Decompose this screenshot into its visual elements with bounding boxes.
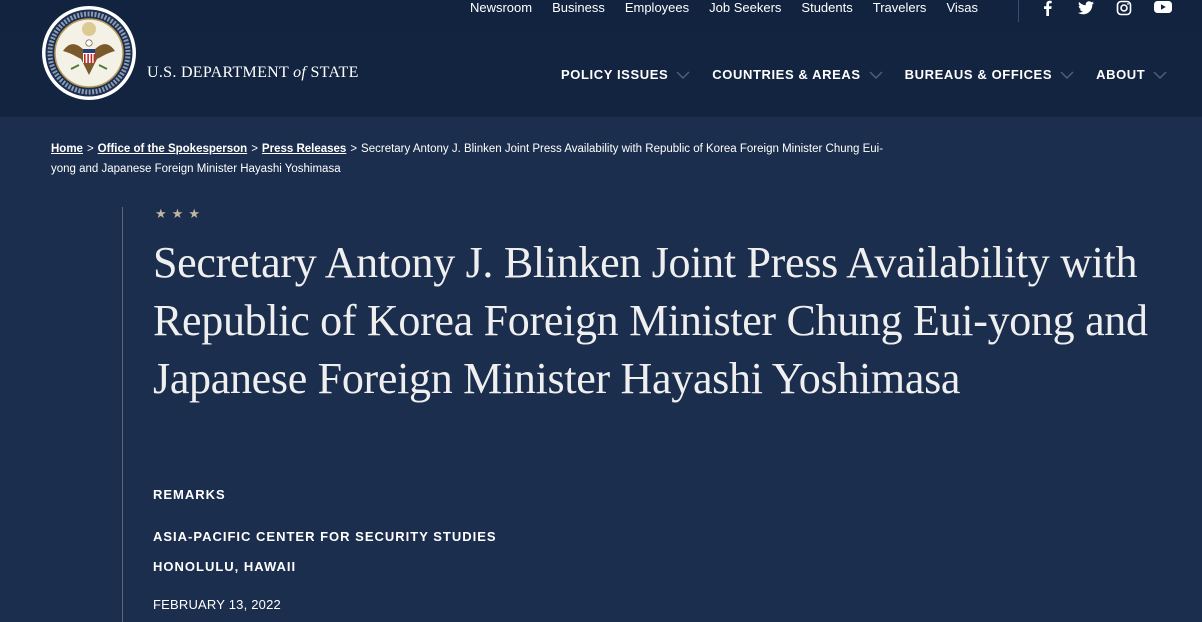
site-wordmark[interactable]: U.S. DEPARTMENT of STATE <box>147 64 359 82</box>
wordmark-of: of <box>293 64 307 81</box>
utility-bar: Newsroom Business Employees Job Seekers … <box>0 0 1202 33</box>
wordmark-prefix: U.S. DEPARTMENT <box>147 64 289 81</box>
decorative-stars: ★ ★ ★ <box>155 207 200 221</box>
util-link-newsroom[interactable]: Newsroom <box>460 0 542 17</box>
star-icon: ★ <box>155 206 167 221</box>
article-divider-line <box>122 207 123 622</box>
nav-bureaus-offices[interactable]: BUREAUS & OFFICES <box>905 67 1074 82</box>
breadcrumb-home[interactable]: Home <box>51 143 83 155</box>
util-link-travelers[interactable]: Travelers <box>863 0 937 17</box>
article-type: REMARKS <box>153 487 226 502</box>
nav-countries-areas[interactable]: COUNTRIES & AREAS <box>712 67 883 82</box>
nav-policy-issues[interactable]: POLICY ISSUES <box>561 67 690 82</box>
main-content: Home > Office of the Spokesperson > Press Re… <box>0 117 1202 622</box>
main-nav: POLICY ISSUES COUNTRIES & AREAS BUREAUS … <box>561 67 1189 82</box>
star-icon: ★ <box>188 206 200 221</box>
breadcrumb-separator: > <box>350 143 358 155</box>
breadcrumb: Home > Office of the Spokesperson > Press Re… <box>51 139 901 179</box>
nav-label: BUREAUS & OFFICES <box>904 67 1053 82</box>
social-links <box>1040 0 1172 16</box>
chevron-down-icon <box>676 71 690 79</box>
nav-label: POLICY ISSUES <box>561 67 669 82</box>
article-location-city: HONOLULU, HAWAII <box>153 559 297 574</box>
chevron-down-icon <box>1153 71 1167 79</box>
site-header: U.S. DEPARTMENT of STATE POLICY ISSUES C… <box>0 33 1202 117</box>
nav-label: COUNTRIES & AREAS <box>712 67 861 82</box>
util-link-visas[interactable]: Visas <box>936 0 988 17</box>
nav-label: ABOUT <box>1096 67 1146 82</box>
article-location-venue: ASIA-PACIFIC CENTER FOR SECURITY STUDIES <box>153 529 497 544</box>
youtube-icon[interactable] <box>1154 0 1172 16</box>
util-link-job-seekers[interactable]: Job Seekers <box>699 0 791 17</box>
util-link-students[interactable]: Students <box>791 0 862 17</box>
util-link-employees[interactable]: Employees <box>615 0 699 17</box>
instagram-icon[interactable] <box>1116 0 1132 16</box>
twitter-icon[interactable] <box>1078 0 1094 16</box>
utility-divider <box>1018 0 1019 22</box>
nav-about[interactable]: ABOUT <box>1096 67 1167 82</box>
breadcrumb-separator: > <box>86 143 94 155</box>
util-link-business[interactable]: Business <box>542 0 615 17</box>
breadcrumb-press-releases[interactable]: Press Releases <box>262 143 346 155</box>
utility-nav: Newsroom Business Employees Job Seekers … <box>460 0 988 17</box>
wordmark-suffix: STATE <box>310 64 359 81</box>
breadcrumb-office-spokesperson[interactable]: Office of the Spokesperson <box>98 143 248 155</box>
breadcrumb-separator: > <box>251 143 258 155</box>
star-icon: ★ <box>171 206 184 221</box>
department-seal-icon[interactable] <box>41 5 137 101</box>
page-title: Secretary Antony J. Blinken Joint Press … <box>153 238 1148 403</box>
chevron-down-icon <box>869 71 883 79</box>
article-date: FEBRUARY 13, 2022 <box>153 597 281 612</box>
chevron-down-icon <box>1060 71 1074 79</box>
facebook-icon[interactable] <box>1040 0 1056 16</box>
